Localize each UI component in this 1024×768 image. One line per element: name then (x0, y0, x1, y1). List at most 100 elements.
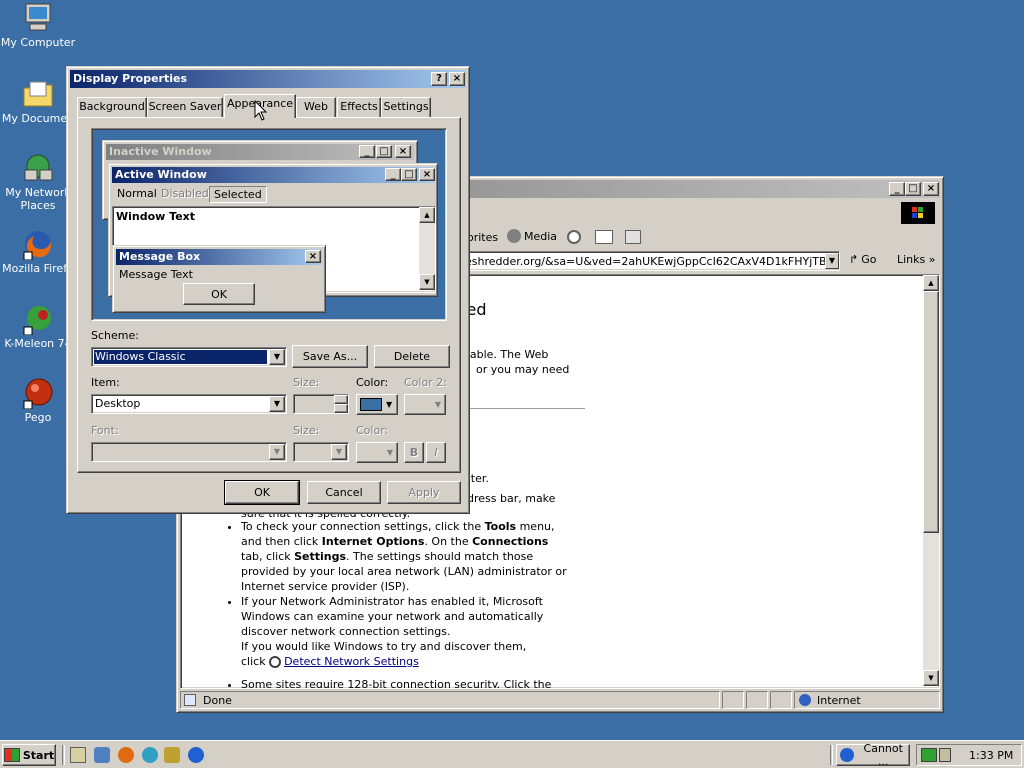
size-label: Size: (293, 376, 320, 389)
help-button[interactable]: ? (431, 72, 447, 86)
outlook-express-icon[interactable] (94, 747, 110, 763)
ie-page-icon (840, 748, 854, 762)
status-panel (722, 691, 744, 709)
color-swatch (360, 398, 382, 411)
search-icon[interactable] (164, 747, 180, 763)
close-icon: × (305, 250, 321, 263)
address-dropdown-button[interactable]: ▼ (825, 253, 839, 269)
minimize-icon: _ (385, 168, 401, 181)
taskbar-item-cannot[interactable]: Cannot ... (836, 742, 910, 768)
close-icon: × (419, 168, 435, 181)
print-icon[interactable] (625, 230, 641, 244)
internet-explorer-icon[interactable] (188, 747, 204, 763)
desktop-icon-network-places[interactable]: My Network Places (0, 152, 76, 212)
active-title: Active Window (115, 168, 207, 181)
taskbar: Start Cannot ... 1:33 PM (0, 740, 1024, 768)
spin-down-icon (334, 404, 348, 413)
chevron-down-icon[interactable]: ▼ (269, 349, 285, 365)
vertical-scrollbar[interactable]: ▲ ▼ (923, 275, 939, 686)
preview-scrollbar: ▲ ▼ (419, 207, 435, 290)
tab-web[interactable]: Web (296, 97, 336, 117)
preview-scroll-down: ▼ (419, 274, 435, 290)
media-icon (507, 229, 521, 243)
desktop-icon-label: My Network (5, 186, 71, 199)
show-desktop-icon[interactable] (70, 747, 86, 763)
status-bar: Done Internet (180, 691, 940, 709)
font-select: ▼ (91, 442, 287, 462)
maximize-button[interactable]: □ (905, 182, 921, 196)
media-label: Media (524, 229, 558, 243)
font-size-select: ▼ (293, 442, 349, 462)
chevron-down-icon: ▼ (386, 400, 393, 409)
scroll-thumb[interactable] (923, 291, 939, 533)
firefox-quicklaunch-icon[interactable] (118, 747, 134, 763)
color-picker-button[interactable]: ▼ (356, 394, 398, 415)
scroll-down-button[interactable]: ▼ (923, 670, 939, 686)
size-spinner (293, 394, 349, 414)
start-button[interactable]: Start (2, 744, 56, 766)
history-icon[interactable] (567, 230, 581, 244)
dialog-titlebar[interactable]: Display Properties (70, 70, 466, 88)
desktop-icon-label: Mozilla Firefo (2, 262, 74, 275)
address-text: eshredder.org/&sa=U&ved=2ahUKEwjGppCcI62… (465, 255, 840, 268)
list-item: To check your connection settings, click… (241, 519, 581, 594)
clock[interactable]: 1:33 PM (969, 749, 1013, 762)
taskbar-item-label: Cannot ... (863, 742, 903, 768)
tab-screen-saver[interactable]: Screen Saver (147, 97, 223, 117)
item-value: Desktop (95, 397, 141, 410)
scheme-select[interactable]: Windows Classic ▼ (91, 347, 287, 367)
cancel-button[interactable]: Cancel (307, 481, 381, 504)
desktop-icon-pego[interactable]: Pego (0, 377, 76, 424)
desktop-icon-label: My Computer (0, 36, 76, 49)
scheme-value: Windows Classic (95, 350, 186, 363)
preview-message-box: Message Box × Message Text OK (112, 245, 326, 313)
close-icon: × (395, 145, 411, 158)
page-text: or you may need (476, 363, 570, 376)
media-button[interactable]: Media (507, 229, 557, 243)
minimize-icon: _ (359, 145, 375, 158)
item-label: Item: (91, 376, 120, 389)
tab-background[interactable]: Background (77, 97, 147, 117)
font-label: Font: (91, 424, 119, 437)
network-tray-icon[interactable] (921, 748, 937, 762)
my-computer-icon (22, 2, 54, 34)
pego-icon (22, 377, 54, 410)
font-color-label: Color: (356, 424, 389, 437)
detect-network-settings-link[interactable]: Detect Network Settings (284, 655, 419, 668)
chevron-down-icon: ▼ (434, 400, 441, 409)
internet-globe-icon (799, 694, 811, 706)
ok-button[interactable]: OK (224, 480, 300, 505)
close-button[interactable]: × (449, 72, 465, 86)
k-meleon-quicklaunch-icon[interactable] (142, 747, 158, 763)
close-button[interactable]: × (923, 182, 939, 196)
preview-menu-disabled: Disabled (161, 187, 209, 200)
page-done-icon (184, 694, 196, 706)
address-input[interactable]: eshredder.org/&sa=U&ved=2ahUKEwjGppCcI62… (462, 251, 840, 271)
preview-menu-selected: Selected (209, 186, 267, 203)
desktop-icon-k-meleon[interactable]: K-Meleon 74 (0, 303, 76, 350)
volume-tray-icon[interactable] (939, 748, 951, 762)
desktop-icon-firefox[interactable]: Mozilla Firefo (0, 228, 76, 275)
firefox-icon (22, 228, 54, 261)
links-button[interactable]: Links » (897, 253, 936, 266)
desktop-icon-my-computer[interactable]: My Computer (0, 2, 76, 49)
task-divider (830, 745, 833, 765)
chevron-down-icon[interactable]: ▼ (269, 396, 285, 412)
minimize-button[interactable]: _ (889, 182, 905, 196)
save-as-button[interactable]: Save As... (292, 345, 368, 368)
item-select[interactable]: Desktop ▼ (91, 394, 287, 414)
tab-effects[interactable]: Effects (337, 97, 381, 117)
windows-flag-icon (3, 748, 20, 762)
font-color-button: ▼ (356, 442, 398, 463)
troubleshoot-list: To check your connection settings, click… (221, 519, 581, 688)
favorites-button[interactable]: orites (467, 231, 498, 244)
color-label: Color: (356, 376, 389, 389)
scroll-up-button[interactable]: ▲ (923, 275, 939, 291)
mail-icon[interactable] (595, 230, 613, 244)
list-item: If your Network Administrator has enable… (241, 594, 581, 669)
tab-settings[interactable]: Settings (381, 97, 431, 117)
delete-button[interactable]: Delete (374, 345, 450, 368)
go-button[interactable]: ↱ Go (849, 253, 876, 266)
apply-button: Apply (387, 481, 461, 504)
desktop-icon-my-documents[interactable]: My Documen (0, 78, 76, 125)
